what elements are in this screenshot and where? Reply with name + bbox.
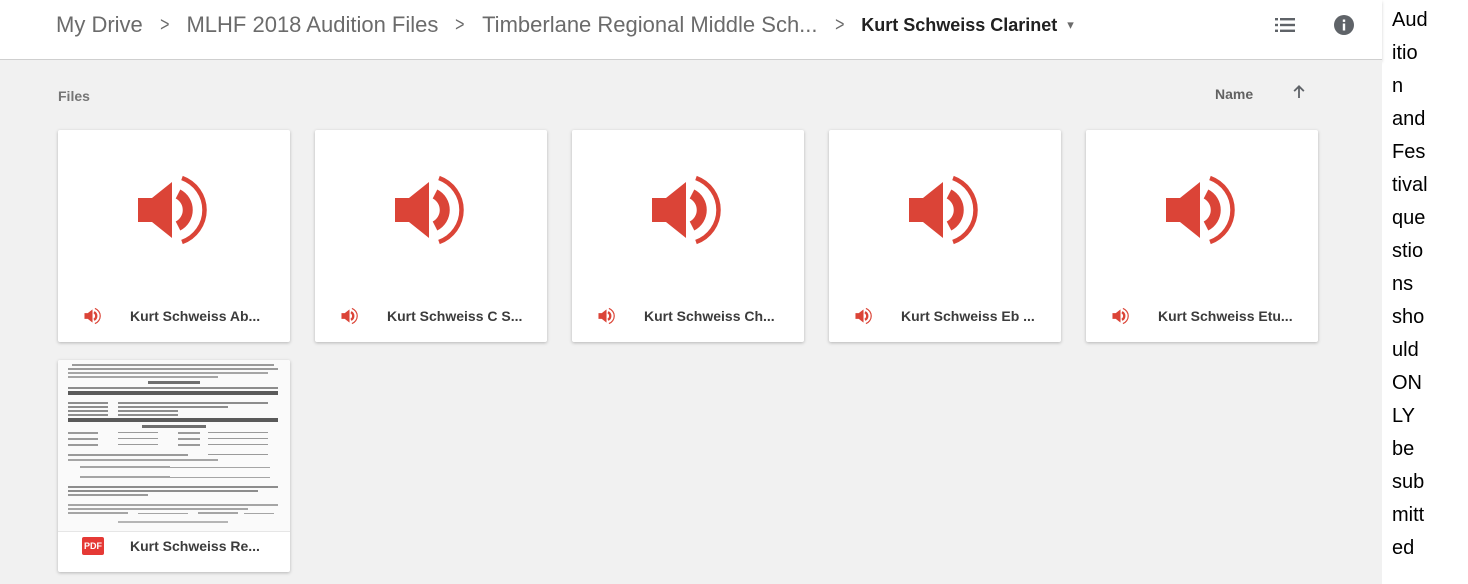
file-card[interactable]: Kurt Schweiss Etu... <box>1086 130 1318 342</box>
file-name: Kurt Schweiss Eb ... <box>901 308 1035 324</box>
pdf-file-icon: PDF <box>82 536 104 556</box>
audio-file-icon <box>82 306 104 326</box>
breadcrumb-school-folder[interactable]: Timberlane Regional Middle Sch... <box>482 12 817 38</box>
sort-by-name-button[interactable]: Name <box>1215 86 1253 102</box>
audio-file-icon <box>1110 306 1132 326</box>
breadcrumb: My Drive > MLHF 2018 Audition Files > Ti… <box>56 0 1074 50</box>
file-card[interactable]: Kurt Schweiss Ch... <box>572 130 804 342</box>
file-thumbnail <box>572 130 804 290</box>
breadcrumb-my-drive[interactable]: My Drive <box>56 12 143 38</box>
chevron-down-icon[interactable]: ▾ <box>1067 17 1074 33</box>
section-title: Files <box>58 88 90 104</box>
breadcrumb-separator: > <box>455 13 465 36</box>
audio-file-icon <box>596 306 618 326</box>
file-name: Kurt Schweiss Ab... <box>130 308 261 324</box>
speaker-icon <box>395 175 464 245</box>
speaker-icon <box>138 175 207 245</box>
pdf-badge: PDF <box>82 537 104 555</box>
breadcrumb-separator: > <box>834 13 845 36</box>
file-card-footer: Kurt Schweiss Ch... <box>572 290 804 342</box>
file-card-footer: Kurt Schweiss Eb ... <box>829 290 1061 342</box>
arrow-up-icon[interactable] <box>1289 82 1309 102</box>
file-name: Kurt Schweiss C S... <box>387 308 523 324</box>
audio-file-icon <box>339 306 361 326</box>
file-thumbnail <box>315 130 547 290</box>
file-card-footer: PDF Kurt Schweiss Re... <box>58 520 290 572</box>
file-card[interactable]: Kurt Schweiss C S... <box>315 130 547 342</box>
file-card-footer: Kurt Schweiss Ab... <box>58 290 290 342</box>
file-thumbnail <box>829 130 1061 290</box>
breadcrumb-current-folder[interactable]: Kurt Schweiss Clarinet <box>861 15 1057 36</box>
top-bar: My Drive > MLHF 2018 Audition Files > Ti… <box>0 0 1382 60</box>
file-grid-area: Files Name Kurt Schweiss Ab... Kurt Schw… <box>0 60 1382 584</box>
file-name: Kurt Schweiss Etu... <box>1158 308 1293 324</box>
file-card-footer: Kurt Schweiss C S... <box>315 290 547 342</box>
audio-file-icon <box>853 306 875 326</box>
speaker-icon <box>1166 175 1235 245</box>
info-icon[interactable] <box>1331 12 1357 38</box>
file-thumbnail <box>58 130 290 290</box>
speaker-icon <box>909 175 978 245</box>
file-thumbnail <box>1086 130 1318 290</box>
file-name: Kurt Schweiss Ch... <box>644 308 775 324</box>
breadcrumb-separator: > <box>159 13 170 36</box>
file-card-footer: Kurt Schweiss Etu... <box>1086 290 1318 342</box>
side-note-text: Aud itio n and Fes tival que stio ns sho… <box>1392 9 1428 559</box>
document-preview-thumbnail <box>58 360 290 532</box>
breadcrumb-mlhf-folder[interactable]: MLHF 2018 Audition Files <box>186 12 438 38</box>
speaker-icon <box>652 175 721 245</box>
file-card[interactable]: Kurt Schweiss Eb ... <box>829 130 1061 342</box>
file-card[interactable]: Kurt Schweiss Ab... <box>58 130 290 342</box>
file-name: Kurt Schweiss Re... <box>130 538 260 554</box>
list-view-icon[interactable] <box>1272 12 1298 38</box>
file-card[interactable]: PDF Kurt Schweiss Re... <box>58 360 290 572</box>
